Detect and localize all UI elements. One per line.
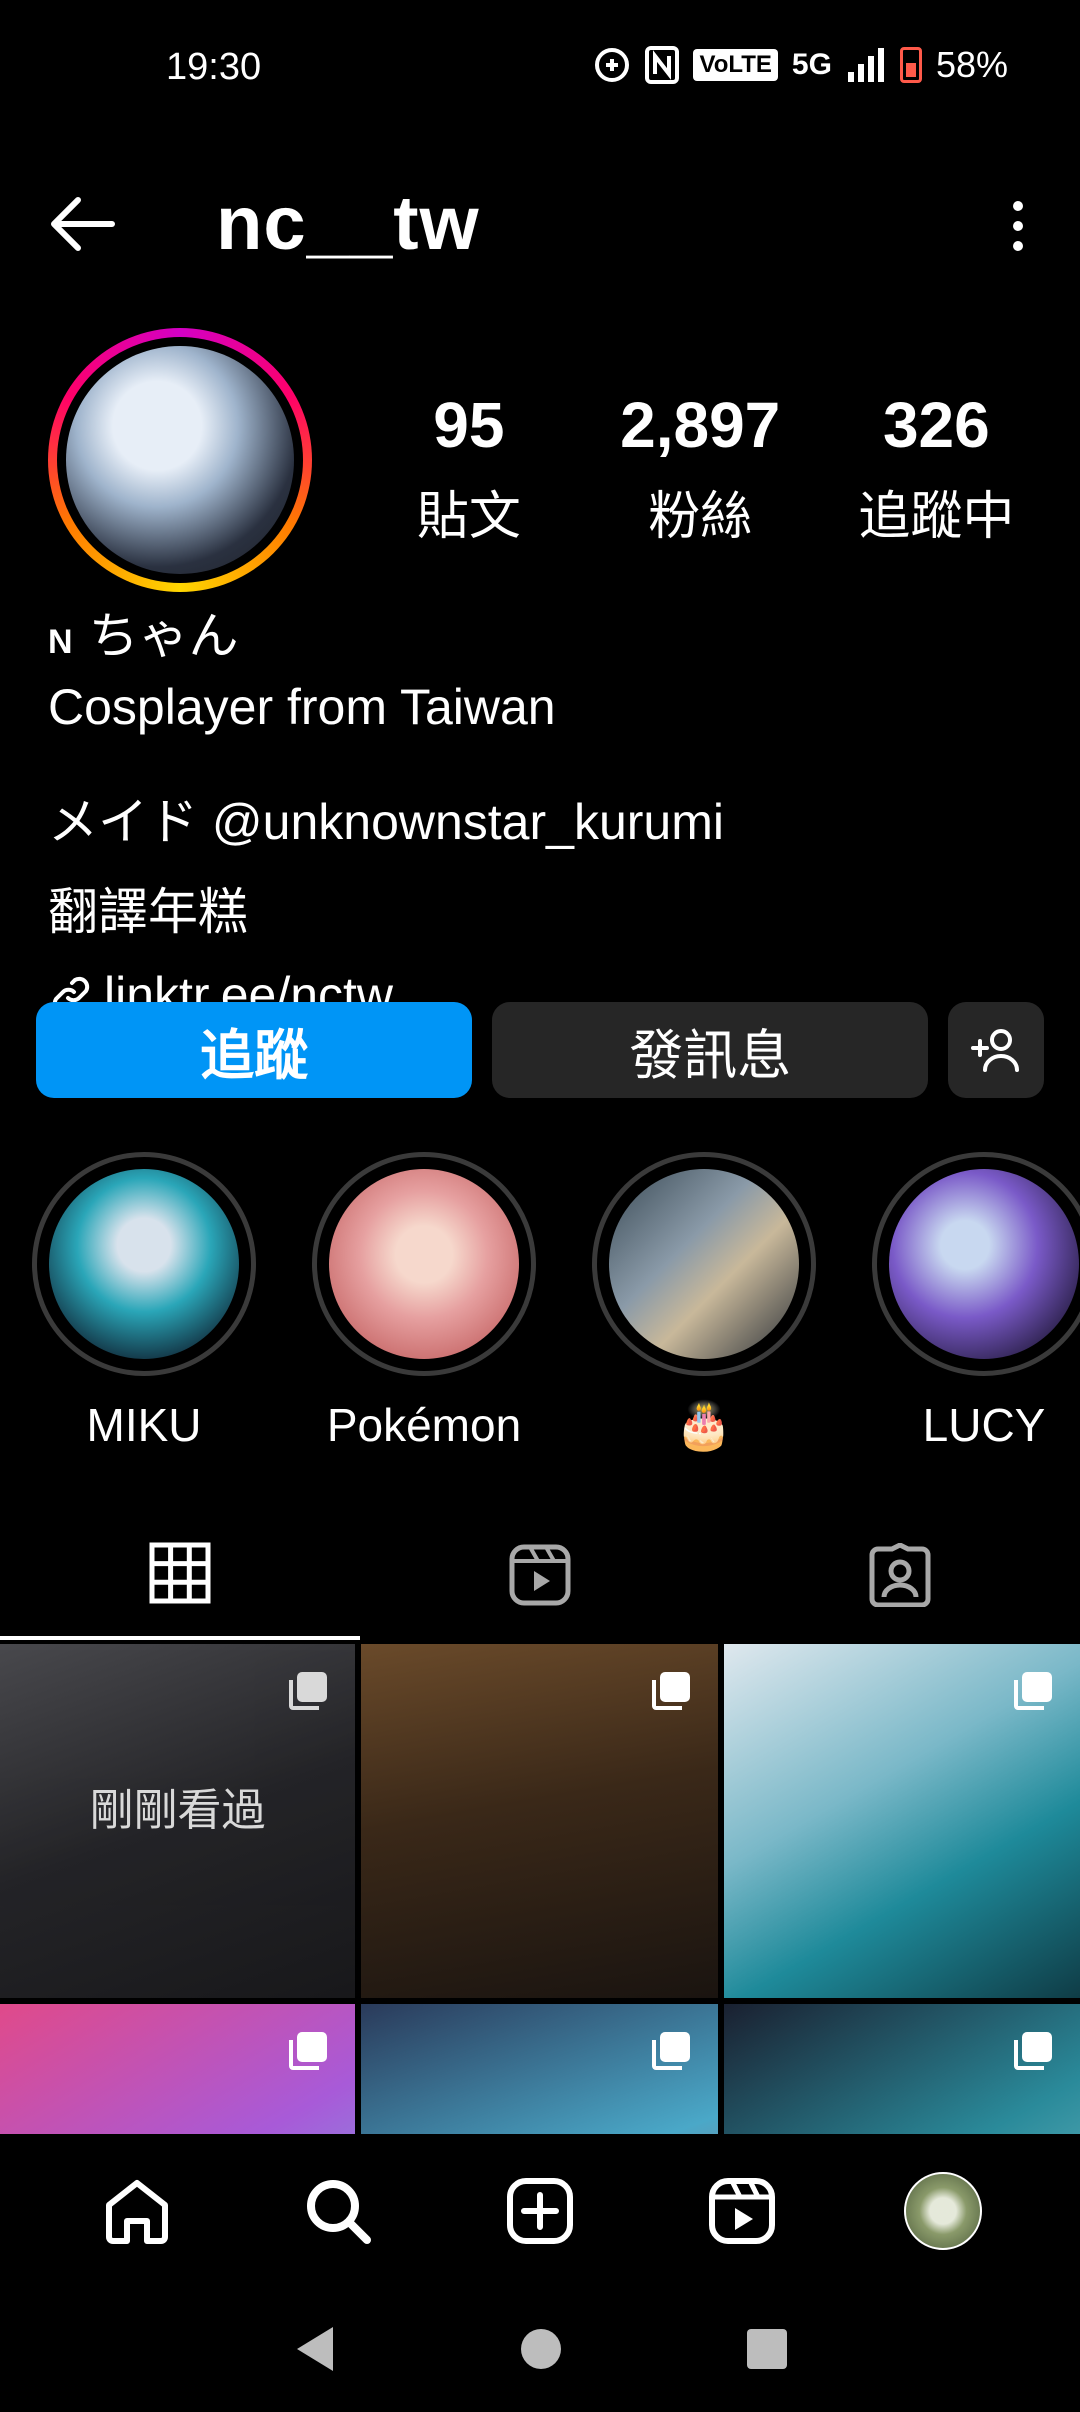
bio-line: Cosplayer from Taiwan: [48, 679, 556, 735]
suggested-users-button[interactable]: [948, 1002, 1045, 1098]
story-highlights: MIKU Pokémon 🎂 LUCY: [32, 1152, 1080, 1453]
search-icon: [307, 2180, 372, 2244]
battery-icon: [899, 47, 922, 83]
status-time: 19:30: [166, 46, 262, 88]
stat-value: 95: [433, 389, 505, 461]
tab-reels[interactable]: [360, 1510, 720, 1640]
profile-actions: 追蹤 發訊息: [36, 1002, 1045, 1098]
bio-line: 翻譯年糕: [48, 884, 248, 940]
stat-followers[interactable]: 2,897 粉絲: [582, 388, 819, 549]
add-post-icon: [506, 2178, 573, 2244]
status-icons: VoLTE 5G 58%: [593, 44, 1008, 86]
page-title: nc__tw: [216, 181, 480, 266]
avatar: [904, 2172, 983, 2250]
status-bar: 19:30 VoLTE 5G 58%: [0, 0, 1080, 140]
avatar: [66, 346, 294, 574]
add-person-icon: [971, 1029, 1020, 1072]
home-icon: [105, 2180, 168, 2244]
stat-label: 追蹤中: [858, 488, 1015, 546]
highlight-item[interactable]: Pokémon: [312, 1152, 536, 1453]
stat-value: 326: [882, 389, 990, 461]
highlight-item[interactable]: LUCY: [872, 1152, 1080, 1453]
highlight-item[interactable]: 🎂: [592, 1152, 816, 1453]
grid-icon: [149, 1542, 211, 1604]
tab-posts[interactable]: [0, 1510, 360, 1640]
stat-following[interactable]: 326 追蹤中: [833, 388, 1040, 549]
bio-line[interactable]: メイド @unknownstar_kurumi: [48, 782, 1048, 854]
highlight-label: MIKU: [86, 1399, 202, 1451]
post-thumbnail[interactable]: [724, 2004, 1080, 2134]
reels-icon: [509, 1544, 571, 1606]
signal-icon: [846, 45, 886, 85]
profile-tabs: [0, 1510, 1080, 1640]
recents-square-icon[interactable]: [743, 2325, 791, 2373]
nav-home[interactable]: [92, 2166, 182, 2256]
highlight-label: LUCY: [922, 1399, 1046, 1451]
nav-reels[interactable]: [697, 2166, 787, 2256]
display-name-text: ちゃん: [88, 608, 239, 664]
network-type: 5G: [791, 48, 832, 81]
sync-icon: [593, 45, 631, 85]
profile-stats: 95 貼文 2,897 粉絲 326 追蹤中: [380, 388, 1040, 549]
highlight-cover: [889, 1169, 1079, 1359]
more-options-button[interactable]: [1006, 194, 1030, 258]
reels-icon: [708, 2178, 775, 2244]
display-name-prefix: N: [48, 623, 73, 661]
back-button[interactable]: [46, 192, 118, 256]
carousel-icon: [652, 2032, 690, 2070]
display-name: N ちゃん: [48, 596, 1048, 668]
profile-header: nc__tw: [0, 170, 1080, 280]
carousel-icon: [1014, 2032, 1052, 2070]
post-thumbnail[interactable]: 剛剛看過: [0, 1644, 355, 1998]
nav-search[interactable]: [293, 2166, 383, 2256]
profile-bio: N ちゃん Cosplayer from Taiwan メイド @unknown…: [48, 596, 1048, 1024]
highlight-label: 🎂: [675, 1399, 733, 1451]
highlight-cover: [49, 1169, 239, 1359]
volte-badge: VoLTE: [693, 49, 778, 81]
battery-percent: 58%: [935, 44, 1008, 85]
back-triangle-icon[interactable]: [289, 2321, 339, 2377]
bottom-navigation: [0, 2136, 1080, 2286]
post-thumbnail[interactable]: [724, 1644, 1080, 1998]
post-thumbnail[interactable]: [0, 2004, 355, 2134]
nav-create[interactable]: [495, 2166, 585, 2256]
highlight-cover: [329, 1169, 519, 1359]
system-navigation: [0, 2286, 1080, 2412]
carousel-icon: [289, 1672, 327, 1710]
highlight-item[interactable]: MIKU: [32, 1152, 256, 1453]
carousel-icon: [1014, 1672, 1052, 1710]
more-vertical-icon: [1013, 201, 1023, 251]
highlight-cover: [609, 1169, 799, 1359]
home-circle-icon[interactable]: [518, 2326, 564, 2372]
post-thumbnail[interactable]: [361, 2004, 718, 2134]
tab-tagged[interactable]: [720, 1510, 1080, 1640]
profile-avatar[interactable]: [48, 328, 312, 592]
tagged-person-icon: [869, 1543, 931, 1607]
follow-button[interactable]: 追蹤: [36, 1002, 473, 1098]
stat-label: 粉絲: [648, 488, 753, 546]
stat-posts[interactable]: 95 貼文: [380, 388, 558, 549]
carousel-icon: [652, 1672, 690, 1710]
stat-label: 貼文: [416, 488, 521, 546]
nfc-icon: [645, 45, 680, 85]
nav-profile[interactable]: [898, 2166, 988, 2256]
arrow-left-icon: [51, 197, 115, 251]
posts-grid: 剛剛看過: [0, 1644, 1080, 2134]
stat-value: 2,897: [620, 389, 781, 461]
message-button[interactable]: 發訊息: [492, 1002, 929, 1098]
recently-viewed-label: 剛剛看過: [89, 1786, 266, 1835]
carousel-icon: [289, 2032, 327, 2070]
post-thumbnail[interactable]: [361, 1644, 718, 1998]
highlight-label: Pokémon: [326, 1399, 522, 1451]
